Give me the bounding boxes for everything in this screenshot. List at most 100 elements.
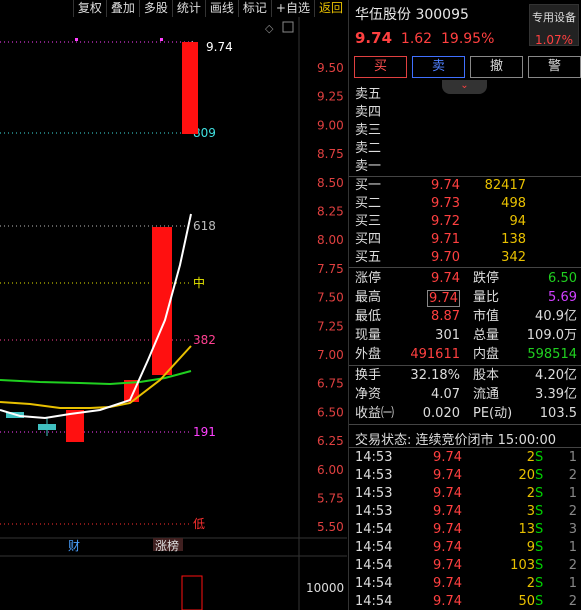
- tick-side: S: [535, 594, 544, 609]
- price-axis-tick: 7.00: [317, 348, 344, 362]
- bid-row-5[interactable]: 买五 9.70 342: [349, 249, 581, 267]
- sell-button[interactable]: 卖: [412, 56, 465, 78]
- earnings-marker[interactable]: 财: [68, 539, 80, 553]
- tick-vol: 2: [526, 576, 535, 591]
- divider: [349, 267, 581, 268]
- stock-name: 华伍股份: [355, 7, 411, 23]
- tick-n: 3: [568, 522, 577, 537]
- stat-row-high: 最高 9.74 量比 5.69: [355, 290, 577, 307]
- volume-bar: [181, 575, 203, 610]
- price-axis-tick: 7.25: [317, 319, 344, 333]
- stat-row-netasset: 净资 4.07 流通 3.39亿: [355, 387, 577, 402]
- tick-n: 2: [568, 468, 577, 483]
- tick-side: S: [535, 558, 544, 573]
- sector-box[interactable]: 专用设备 1.07%: [529, 4, 579, 47]
- diamond-icon[interactable]: ◇: [265, 22, 274, 35]
- volume-axis-label: 10000: [306, 581, 344, 595]
- tick-n: 2: [568, 558, 577, 573]
- cancel-order-button[interactable]: 撤: [470, 56, 523, 78]
- tick-price: 9.74: [433, 540, 462, 555]
- tick-row: 14:53 9.74 3 S 2: [349, 503, 581, 521]
- tick-row: 14:54 9.74 13 S 3: [349, 521, 581, 539]
- tick-side: S: [535, 486, 544, 501]
- stock-header: 华伍股份 300095 9.74 1.62 19.95% 专用设备 1.07%: [349, 0, 581, 50]
- tick-time: 14:53: [355, 486, 393, 501]
- price-axis-tick: 9.00: [317, 118, 344, 132]
- tick-price: 9.74: [433, 522, 462, 537]
- tick-time: 14:54: [355, 576, 393, 591]
- stat-row-earnings: 收益㈠ 0.020 PE(动) 103.5: [355, 406, 577, 421]
- tick-row: 14:54 9.74 103 S 2: [349, 557, 581, 575]
- kline-chart[interactable]: 复权 叠加 多股 统计 画线 标记 +自选 返回 ◇ 809 618 中 382…: [0, 0, 347, 610]
- price-axis-tick: 5.50: [317, 520, 344, 534]
- tick-n: 1: [568, 540, 577, 555]
- tick-row: 14:53 9.74 20 S 2: [349, 467, 581, 485]
- tick-price: 9.74: [433, 576, 462, 591]
- price-axis-tick: 5.75: [317, 492, 344, 506]
- tick-time: 14:53: [355, 504, 393, 519]
- bid-row-4[interactable]: 买四 9.71 138: [349, 231, 581, 249]
- candle-limit-up: [182, 42, 198, 134]
- window-toggle-icon[interactable]: [282, 21, 294, 33]
- stock-title: 华伍股份 300095: [355, 4, 469, 24]
- fib-label-mid: 中: [193, 275, 205, 290]
- tick-vol: 103: [510, 558, 535, 573]
- buy-button[interactable]: 买: [354, 56, 407, 78]
- bid-row-1[interactable]: 买一 9.74 82417: [349, 177, 581, 195]
- stat-row-volume: 现量 301 总量 109.0万: [355, 328, 577, 343]
- tick-side: S: [535, 504, 544, 519]
- tick-row: 14:53 9.74 2 S 1: [349, 485, 581, 503]
- top-marker-icon: [75, 38, 78, 41]
- price-line: 9.74 1.62 19.95%: [355, 29, 494, 47]
- highest-price-value: 9.74: [427, 290, 460, 307]
- current-price: 9.74: [355, 29, 393, 47]
- ask-row-3: 卖三: [355, 123, 382, 138]
- price-axis-tick: 7.75: [317, 262, 344, 276]
- high-price-label: 9.74: [206, 40, 233, 54]
- tick-vol: 13: [518, 522, 535, 537]
- tick-price: 9.74: [433, 504, 462, 519]
- tick-vol: 3: [526, 504, 535, 519]
- price-axis-tick: 8.25: [317, 205, 344, 219]
- price-change: 1.62: [400, 31, 433, 47]
- tick-time: 14:53: [355, 468, 393, 483]
- price-axis: 9.50 9.25 9.00 8.75 8.50 8.25 8.00 7.75 7.50 7.25…: [317, 61, 344, 534]
- price-axis-tick: 8.75: [317, 147, 344, 161]
- price-change-pct: 19.95%: [441, 31, 495, 47]
- tick-side: S: [535, 540, 544, 555]
- tick-side: S: [535, 522, 544, 537]
- tick-side: S: [535, 468, 544, 483]
- tick-row: 14:54 9.74 2 S 1: [349, 575, 581, 593]
- tick-row: 14:53 9.74 2 S 1: [349, 449, 581, 467]
- tick-n: 1: [568, 450, 577, 465]
- tick-n: 2: [568, 594, 577, 609]
- tick-n: 1: [568, 486, 577, 501]
- tick-time: 14:54: [355, 594, 393, 609]
- stat-row-low: 最低 8.87 市值 40.9亿: [355, 309, 577, 324]
- ask-row-1: 卖一: [355, 159, 382, 174]
- price-axis-tick: 9.25: [317, 90, 344, 104]
- tick-price: 9.74: [433, 594, 462, 609]
- tick-vol: 9: [526, 540, 535, 555]
- tick-price: 9.74: [433, 450, 462, 465]
- tick-time: 14:54: [355, 558, 393, 573]
- tick-n: 2: [568, 504, 577, 519]
- zhangbang-marker[interactable]: 涨榜: [155, 538, 179, 553]
- price-axis-tick: 6.50: [317, 405, 344, 419]
- bid-row-2[interactable]: 买二 9.73 498: [349, 195, 581, 213]
- tick-side: S: [535, 576, 544, 591]
- price-axis-tick: 6.25: [317, 434, 344, 448]
- trade-status: 交易状态: 连续竞价闭市 15:00:00: [355, 433, 557, 448]
- tick-time: 14:54: [355, 540, 393, 555]
- alert-button[interactable]: 警: [528, 56, 581, 78]
- trade-buttons: 买 卖 撤 警: [354, 56, 581, 78]
- divider: [349, 447, 581, 448]
- tick-vol: 2: [526, 450, 535, 465]
- tick-row: 14:54 9.74 50 S 2: [349, 593, 581, 610]
- fib-label-low: 低: [193, 517, 205, 531]
- tick-price: 9.74: [433, 558, 462, 573]
- price-axis-tick: 9.50: [317, 61, 344, 75]
- price-axis-tick: 8.00: [317, 233, 344, 247]
- ask-row-4: 卖四: [355, 105, 382, 120]
- bid-row-3[interactable]: 买三 9.72 94: [349, 213, 581, 231]
